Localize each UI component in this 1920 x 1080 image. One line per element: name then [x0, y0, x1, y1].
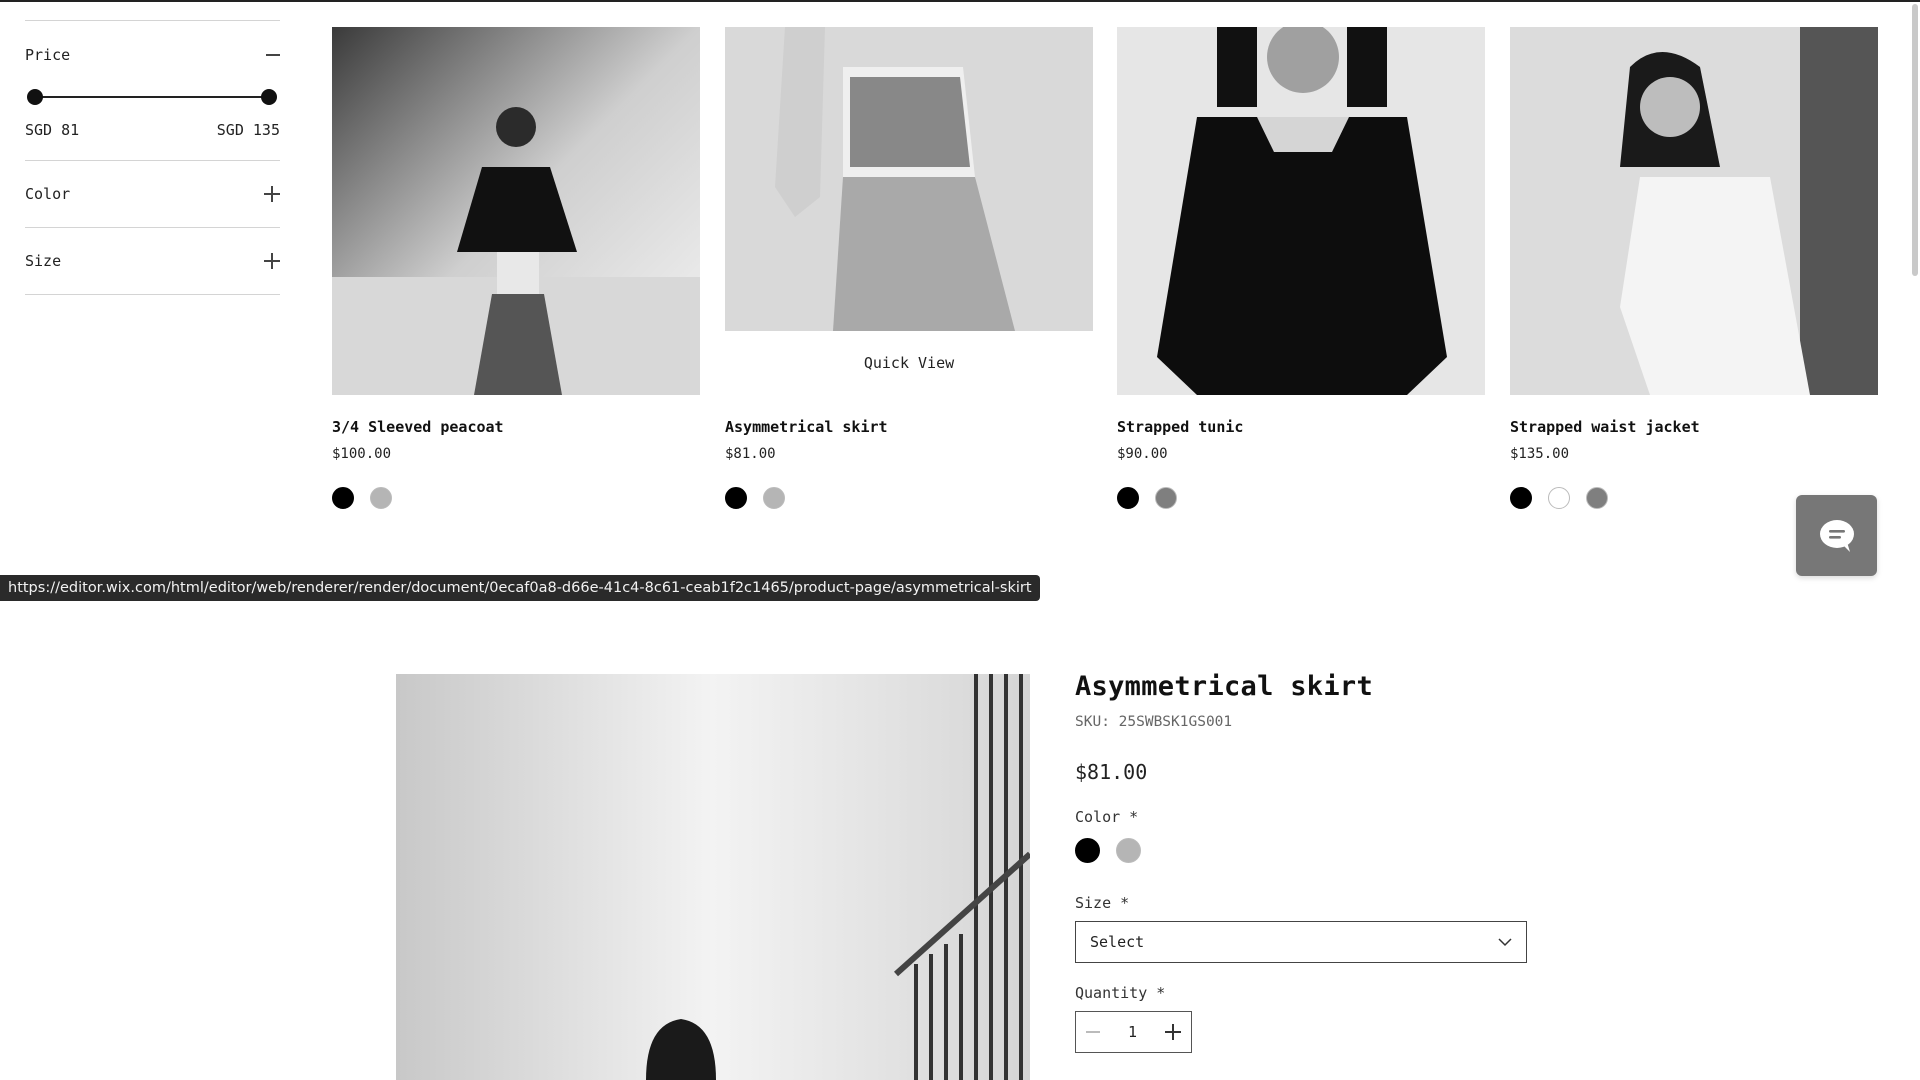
color-swatch[interactable] — [1548, 487, 1570, 509]
product-card[interactable]: Quick View Asymmetrical skirt $81.00 — [725, 27, 1093, 509]
color-swatch[interactable] — [1155, 487, 1177, 509]
color-options — [1075, 838, 1530, 863]
color-swatch[interactable] — [332, 487, 354, 509]
product-image[interactable] — [332, 27, 700, 395]
color-swatches — [725, 487, 1093, 509]
panel-edge — [1235, 600, 1900, 606]
chat-bubble-icon — [1819, 519, 1854, 552]
chevron-down-icon — [1498, 937, 1512, 946]
slider-max-handle[interactable] — [261, 89, 277, 105]
size-select-value: Select — [1090, 933, 1145, 951]
product-card[interactable]: Strapped tunic $90.00 — [1117, 27, 1485, 509]
color-filter-label: Color — [25, 185, 71, 203]
price-filter-label: Price — [25, 46, 71, 64]
color-swatch[interactable] — [1117, 487, 1139, 509]
expand-plus-icon[interactable] — [264, 186, 280, 202]
link-status-url: https://editor.wix.com/html/editor/web/r… — [0, 575, 1040, 601]
price-max-value: SGD 135 — [216, 121, 280, 139]
top-border — [0, 0, 1920, 2]
product-price: $81.00 — [725, 446, 776, 462]
decrement-minus-icon[interactable] — [1086, 1025, 1100, 1039]
collapse-minus-icon[interactable] — [266, 48, 280, 62]
chat-button[interactable] — [1796, 495, 1877, 576]
color-swatch[interactable] — [1510, 487, 1532, 509]
product-title: Asymmetrical skirt — [1075, 671, 1373, 702]
filter-sidebar: Price SGD 81 SGD 135 Color Size — [25, 20, 280, 295]
price-min-value: SGD 81 — [25, 121, 80, 139]
color-swatches — [332, 487, 700, 509]
size-label: Size * — [1075, 894, 1130, 912]
increment-plus-icon[interactable] — [1165, 1024, 1181, 1040]
product-name[interactable]: Strapped tunic — [1117, 418, 1485, 436]
product-image[interactable]: Quick View — [725, 27, 1093, 395]
product-price: $100.00 — [332, 446, 392, 462]
color-label: Color * — [1075, 808, 1139, 826]
color-swatch[interactable] — [1075, 838, 1100, 863]
color-swatch[interactable] — [763, 487, 785, 509]
size-select[interactable]: Select — [1075, 921, 1527, 963]
quantity-value[interactable]: 1 — [1128, 1023, 1137, 1041]
product-price: $81.00 — [1075, 760, 1148, 784]
quantity-stepper[interactable]: 1 — [1075, 1011, 1192, 1053]
product-detail-panel: Asymmetrical skirt SKU: 25SWBSK1GS001 $8… — [1075, 671, 1530, 1053]
product-name[interactable]: Strapped waist jacket — [1510, 418, 1878, 436]
product-card[interactable]: Strapped waist jacket $135.00 — [1510, 27, 1878, 509]
page-scrollbar[interactable] — [1912, 4, 1918, 276]
product-image[interactable] — [1117, 27, 1485, 395]
expand-plus-icon[interactable] — [264, 253, 280, 269]
filter-divider — [25, 294, 280, 295]
product-price: $135.00 — [1510, 446, 1570, 462]
price-filter-header[interactable]: Price — [25, 21, 280, 89]
price-range-values: SGD 81 SGD 135 — [25, 121, 280, 139]
slider-min-handle[interactable] — [27, 89, 43, 105]
size-filter-header[interactable]: Size — [25, 228, 280, 294]
color-filter-header[interactable]: Color — [25, 161, 280, 227]
color-swatch[interactable] — [725, 487, 747, 509]
product-card[interactable]: 3/4 Sleeved peacoat $100.00 — [332, 27, 700, 509]
product-price: $90.00 — [1117, 446, 1168, 462]
slider-track — [35, 96, 269, 98]
product-name[interactable]: Asymmetrical skirt — [725, 418, 1093, 436]
size-filter-label: Size — [25, 252, 62, 270]
product-image[interactable] — [1510, 27, 1878, 395]
price-range-slider[interactable] — [27, 89, 277, 105]
product-detail-image[interactable] — [396, 674, 1030, 1080]
price-filter: Price SGD 81 SGD 135 — [25, 21, 280, 160]
color-swatch[interactable] — [1586, 487, 1608, 509]
color-swatch[interactable] — [1116, 838, 1141, 863]
color-swatches — [1117, 487, 1485, 509]
product-name[interactable]: 3/4 Sleeved peacoat — [332, 418, 700, 436]
product-sku: SKU: 25SWBSK1GS001 — [1075, 714, 1233, 730]
quantity-label: Quantity * — [1075, 984, 1166, 1002]
color-swatch[interactable] — [370, 487, 392, 509]
quick-view-button[interactable]: Quick View — [725, 331, 1093, 395]
